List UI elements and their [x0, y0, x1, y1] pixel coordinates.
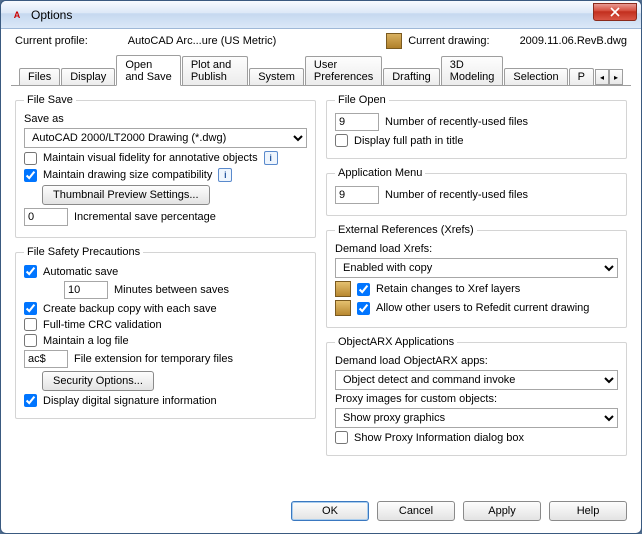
info-icon[interactable]: i [218, 168, 232, 182]
lbl-maintain-size-compat: Maintain drawing size compatibility [43, 169, 212, 181]
drawing-icon [386, 33, 402, 49]
file-open-recent-input[interactable] [335, 113, 379, 131]
lbl-retain-xref-changes: Retain changes to Xref layers [376, 283, 520, 295]
tabstrip: Files Display Open and Save Plot and Pub… [11, 55, 631, 86]
minutes-between-saves-label: Minutes between saves [114, 284, 229, 296]
info-icon[interactable]: i [264, 151, 278, 165]
legend-file-save: File Save [24, 94, 76, 106]
temp-file-extension-input[interactable] [24, 350, 68, 368]
tab-3d-modeling[interactable]: 3D Modeling [441, 56, 504, 85]
right-column: File Open Number of recently-used files … [326, 94, 627, 487]
legend-file-open: File Open [335, 94, 389, 106]
cb-maintain-size-compat[interactable] [24, 169, 37, 182]
lbl-show-proxy-dialog: Show Proxy Information dialog box [354, 432, 524, 444]
legend-application-menu: Application Menu [335, 167, 425, 179]
group-file-safety: File Safety Precautions Automatic save M… [15, 246, 316, 419]
tab-content: File Save Save as AutoCAD 2000/LT2000 Dr… [1, 86, 641, 493]
cb-maintain-visual-fidelity[interactable] [24, 152, 37, 165]
lbl-display-signature: Display digital signature information [43, 395, 217, 407]
lbl-maintain-visual-fidelity: Maintain visual fidelity for annotative … [43, 152, 258, 164]
left-column: File Save Save as AutoCAD 2000/LT2000 Dr… [15, 94, 316, 487]
app-menu-recent-label: Number of recently-used files [385, 189, 528, 201]
tab-user-preferences[interactable]: User Preferences [305, 56, 382, 85]
profile-row: Current profile: AutoCAD Arc...ure (US M… [1, 29, 641, 51]
save-as-format-select[interactable]: AutoCAD 2000/LT2000 Drawing (*.dwg) [24, 128, 307, 148]
save-as-label: Save as [24, 113, 64, 125]
tab-scroll-right[interactable]: ▸ [609, 69, 623, 85]
security-options-button[interactable]: Security Options... [42, 371, 154, 391]
current-drawing-label: Current drawing: [408, 35, 489, 47]
drawing-icon [335, 281, 351, 297]
titlebar: A Options [1, 1, 641, 29]
window-title: Options [31, 8, 593, 22]
group-application-menu: Application Menu Number of recently-used… [326, 167, 627, 216]
tab-files[interactable]: Files [19, 68, 60, 85]
cb-display-signature[interactable] [24, 394, 37, 407]
current-drawing-value: 2009.11.06.RevB.dwg [520, 35, 627, 47]
demand-load-xrefs-select[interactable]: Enabled with copy [335, 258, 618, 278]
lbl-crc-validation: Full-time CRC validation [43, 319, 162, 331]
legend-file-safety: File Safety Precautions [24, 246, 143, 258]
demand-load-arx-select[interactable]: Object detect and command invoke [335, 370, 618, 390]
dialog-footer: OK Cancel Apply Help [1, 493, 641, 533]
lbl-allow-refedit: Allow other users to Refedit current dra… [376, 302, 589, 314]
demand-load-arx-label: Demand load ObjectARX apps: [335, 355, 488, 367]
cb-automatic-save[interactable] [24, 265, 37, 278]
ok-button[interactable]: OK [291, 501, 369, 521]
group-file-open: File Open Number of recently-used files … [326, 94, 627, 159]
app-icon: A [9, 7, 25, 23]
tab-p[interactable]: P [569, 68, 594, 85]
tab-plot-and-publish[interactable]: Plot and Publish [182, 56, 248, 85]
lbl-maintain-log-file: Maintain a log file [43, 335, 129, 347]
cb-allow-refedit[interactable] [357, 302, 370, 315]
tab-display[interactable]: Display [61, 68, 115, 85]
file-open-recent-label: Number of recently-used files [385, 116, 528, 128]
drawing-icon [335, 300, 351, 316]
close-button[interactable] [593, 3, 637, 21]
legend-external-references: External References (Xrefs) [335, 224, 477, 236]
group-file-save: File Save Save as AutoCAD 2000/LT2000 Dr… [15, 94, 316, 238]
thumbnail-preview-settings-button[interactable]: Thumbnail Preview Settings... [42, 185, 210, 205]
group-objectarx: ObjectARX Applications Demand load Objec… [326, 336, 627, 456]
incremental-save-input[interactable] [24, 208, 68, 226]
cb-full-path-in-title[interactable] [335, 134, 348, 147]
current-profile-label: Current profile: [15, 35, 88, 47]
proxy-images-label: Proxy images for custom objects: [335, 393, 497, 405]
lbl-create-backup: Create backup copy with each save [43, 303, 217, 315]
app-menu-recent-input[interactable] [335, 186, 379, 204]
demand-load-xrefs-label: Demand load Xrefs: [335, 243, 432, 255]
group-external-references: External References (Xrefs) Demand load … [326, 224, 627, 328]
current-profile-value: AutoCAD Arc...ure (US Metric) [128, 35, 277, 47]
help-button[interactable]: Help [549, 501, 627, 521]
close-icon [610, 7, 620, 17]
lbl-full-path-in-title: Display full path in title [354, 135, 463, 147]
tab-drafting[interactable]: Drafting [383, 68, 440, 85]
proxy-images-select[interactable]: Show proxy graphics [335, 408, 618, 428]
temp-file-extension-label: File extension for temporary files [74, 353, 233, 365]
apply-button[interactable]: Apply [463, 501, 541, 521]
tab-selection[interactable]: Selection [504, 68, 567, 85]
tab-system[interactable]: System [249, 68, 304, 85]
cancel-button[interactable]: Cancel [377, 501, 455, 521]
lbl-automatic-save: Automatic save [43, 266, 118, 278]
cb-create-backup[interactable] [24, 302, 37, 315]
cb-maintain-log-file[interactable] [24, 334, 37, 347]
legend-objectarx: ObjectARX Applications [335, 336, 457, 348]
minutes-between-saves-input[interactable] [64, 281, 108, 299]
cb-show-proxy-dialog[interactable] [335, 431, 348, 444]
options-dialog: A Options Current profile: AutoCAD Arc..… [0, 0, 642, 534]
cb-retain-xref-changes[interactable] [357, 283, 370, 296]
tab-scroll-left[interactable]: ◂ [595, 69, 609, 85]
incremental-save-label: Incremental save percentage [74, 211, 216, 223]
tab-open-and-save[interactable]: Open and Save [116, 55, 181, 86]
cb-crc-validation[interactable] [24, 318, 37, 331]
